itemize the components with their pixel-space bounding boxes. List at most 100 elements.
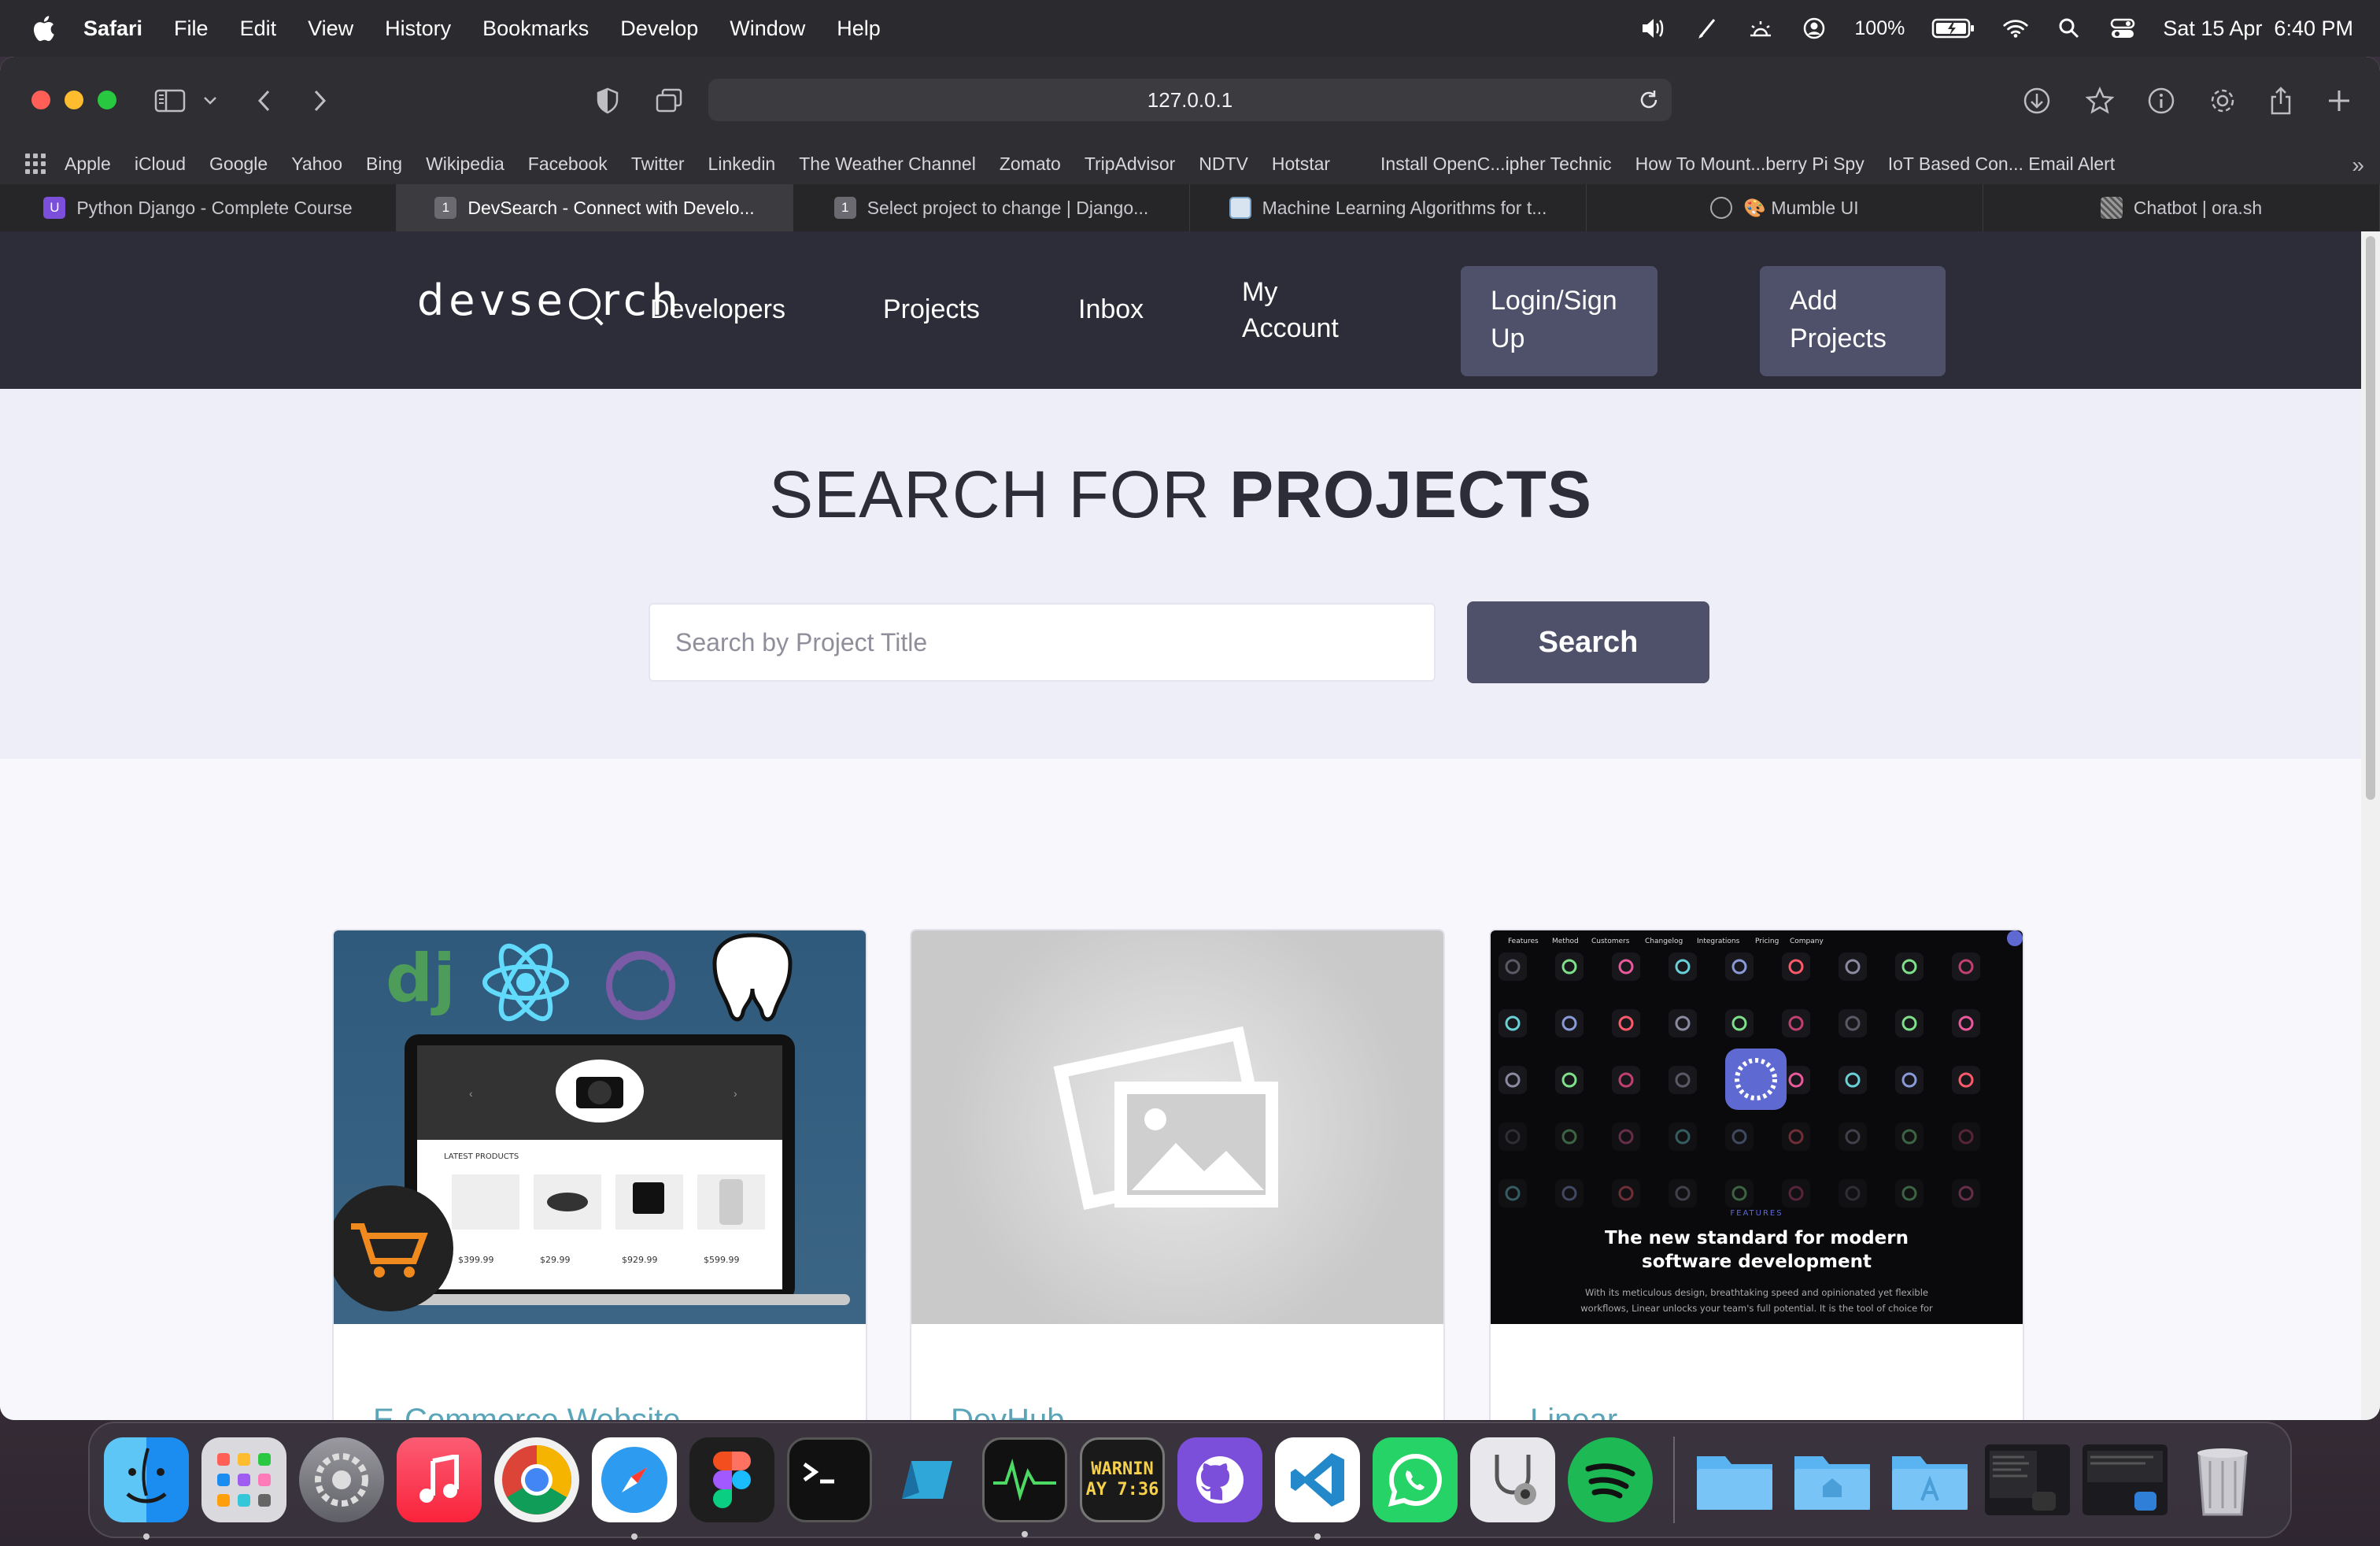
tab-devsearch[interactable]: 1 DevSearch - Connect with Develo... (397, 184, 793, 231)
user-account-icon[interactable] (1801, 15, 1828, 42)
bookmark-item[interactable]: Hotstar (1272, 153, 1330, 175)
nav-my-account-link[interactable]: My Account (1242, 274, 1339, 346)
privacy-shield-icon[interactable] (590, 83, 625, 118)
finder-icon[interactable] (104, 1437, 189, 1540)
project-search-input[interactable] (649, 603, 1436, 682)
menu-view[interactable]: View (308, 17, 353, 41)
nav-projects-link[interactable]: Projects (883, 291, 980, 327)
music-icon[interactable] (397, 1437, 482, 1522)
add-projects-button[interactable]: Add Projects (1760, 266, 1946, 376)
tab-chatbot[interactable]: Chatbot | ora.sh (1983, 184, 2380, 231)
spotify-icon[interactable] (1568, 1437, 1653, 1522)
finder-window-thumbnail-icon[interactable] (2082, 1444, 2168, 1515)
tab-python-django[interactable]: U Python Django - Complete Course (0, 184, 397, 231)
nav-developers-link[interactable]: Developers (650, 291, 785, 327)
folder-icon[interactable] (1692, 1437, 1777, 1522)
project-title[interactable]: E-Commerce Website (373, 1403, 680, 1420)
menu-app-name[interactable]: Safari (83, 17, 142, 41)
applications-folder-icon[interactable] (1887, 1437, 1972, 1522)
console-icon[interactable]: WARNIN AY 7:36 (1080, 1437, 1165, 1522)
project-title[interactable]: DevHub (951, 1403, 1065, 1420)
project-card[interactable]: DevHub (910, 929, 1445, 1420)
favorites-star-icon[interactable] (2082, 83, 2117, 118)
nav-inbox-link[interactable]: Inbox (1078, 291, 1144, 327)
search-button[interactable]: Search (1467, 601, 1709, 683)
control-center-icon[interactable] (2109, 15, 2136, 42)
azure-data-studio-icon[interactable] (885, 1437, 970, 1522)
new-tab-plus-icon[interactable] (2322, 83, 2356, 118)
share-icon[interactable] (2264, 83, 2298, 118)
menu-develop[interactable]: Develop (620, 17, 698, 41)
bookmark-item[interactable]: IoT Based Con... Email Alert (1888, 153, 2116, 175)
page-scrollbar[interactable] (2361, 231, 2380, 1420)
back-chevron-icon[interactable] (247, 83, 282, 118)
whatsapp-icon[interactable] (1373, 1437, 1458, 1522)
bookmark-item[interactable]: Yahoo (291, 153, 342, 175)
bookmark-item[interactable]: How To Mount...berry Pi Spy (1635, 153, 1864, 175)
forward-chevron-icon[interactable] (302, 83, 337, 118)
scrollbar-thumb[interactable] (2366, 236, 2375, 800)
menu-file[interactable]: File (174, 17, 209, 41)
battery-icon[interactable] (1931, 15, 1975, 42)
devhub-thumbnail[interactable] (911, 930, 1443, 1324)
spotlight-search-icon[interactable] (2056, 15, 2082, 42)
bookmark-item[interactable]: Google (209, 153, 268, 175)
project-title[interactable]: Linear (1530, 1403, 1617, 1420)
close-window-button[interactable] (31, 91, 50, 109)
clock-datetime[interactable]: Sat 15 Apr 6:40 PM (2163, 17, 2353, 41)
github-desktop-icon[interactable] (1177, 1437, 1262, 1522)
downloads-icon[interactable] (2020, 83, 2054, 118)
bookmark-item[interactable]: iCloud (135, 153, 186, 175)
menu-edit[interactable]: Edit (240, 17, 277, 41)
vscode-icon[interactable] (1275, 1437, 1360, 1540)
zoom-window-button[interactable] (98, 91, 116, 109)
info-icon[interactable] (2144, 83, 2179, 118)
chrome-icon[interactable] (494, 1437, 579, 1522)
bookmark-item[interactable]: NDTV (1199, 153, 1248, 175)
menu-window[interactable]: Window (730, 17, 805, 41)
brightness-icon[interactable] (1747, 15, 1774, 42)
trash-icon[interactable] (2180, 1437, 2265, 1522)
window-thumbnail-icon[interactable] (1985, 1444, 2070, 1515)
url-text[interactable]: 127.0.0.1 (1148, 88, 1232, 113)
reload-icon[interactable] (1637, 88, 1661, 112)
address-bar[interactable]: 127.0.0.1 (708, 79, 1672, 121)
launchpad-icon[interactable] (201, 1437, 286, 1522)
menu-bookmarks[interactable]: Bookmarks (482, 17, 589, 41)
home-folder-icon[interactable] (1790, 1437, 1875, 1522)
bookmark-item[interactable]: Linkedin (708, 153, 776, 175)
safari-icon[interactable] (592, 1437, 677, 1540)
bookmark-item[interactable]: Facebook (528, 153, 608, 175)
tab-mumble-ui[interactable]: 🎨 Mumble UI (1587, 184, 1983, 231)
favorites-grid-icon[interactable] (25, 153, 46, 174)
menu-history[interactable]: History (385, 17, 451, 41)
more-bookmarks-chevron-icon[interactable]: » (2352, 153, 2364, 178)
bookmark-item[interactable]: The Weather Channel (799, 153, 976, 175)
apple-logo-icon[interactable] (31, 15, 55, 42)
sidebar-chevron-down-icon[interactable] (198, 83, 222, 118)
tab-machine-learning[interactable]: Machine Learning Algorithms for t... (1190, 184, 1587, 231)
system-settings-icon[interactable] (299, 1437, 384, 1522)
figma-icon[interactable] (689, 1437, 774, 1522)
minimize-window-button[interactable] (65, 91, 83, 109)
bookmark-item[interactable]: TripAdvisor (1085, 153, 1175, 175)
project-card[interactable]: Features Method Customers Changelog Inte… (1489, 929, 2024, 1420)
bookmark-item[interactable]: Wikipedia (426, 153, 504, 175)
login-signup-button[interactable]: Login/Sign Up (1461, 266, 1658, 376)
tab-overview-icon[interactable] (652, 83, 686, 118)
pen-tool-icon[interactable] (1694, 15, 1720, 42)
linear-thumbnail[interactable]: Features Method Customers Changelog Inte… (1491, 930, 2023, 1324)
disk-utility-icon[interactable] (1470, 1437, 1555, 1522)
bookmark-item[interactable]: Twitter (631, 153, 685, 175)
bookmark-item[interactable]: Zomato (1000, 153, 1061, 175)
bookmark-item[interactable]: Bing (366, 153, 402, 175)
activity-monitor-icon[interactable] (982, 1437, 1067, 1537)
bookmark-item[interactable]: Apple (65, 153, 111, 175)
terminal-icon[interactable] (787, 1437, 872, 1522)
tab-django-admin[interactable]: 1 Select project to change | Django... (793, 184, 1190, 231)
volume-icon[interactable] (1640, 15, 1667, 42)
menu-help[interactable]: Help (837, 17, 881, 41)
settings-gear-icon[interactable] (2205, 83, 2240, 118)
wifi-icon[interactable] (2002, 15, 2029, 42)
devsearch-logo[interactable]: devse rch (417, 276, 683, 325)
